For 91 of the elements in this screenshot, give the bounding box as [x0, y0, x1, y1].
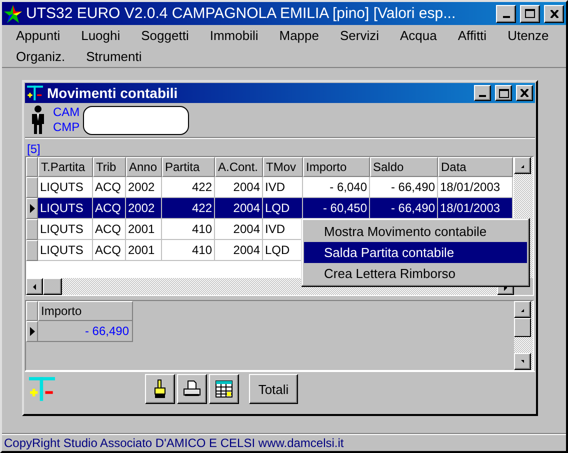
- column-header[interactable]: A.Cont.: [215, 157, 263, 177]
- arrow-up-icon: [521, 164, 524, 168]
- scroll-thumb[interactable]: [43, 278, 62, 295]
- table-cell: - 60,450: [303, 198, 370, 219]
- table-cell: 2004: [215, 219, 263, 240]
- toolbar-button[interactable]: [209, 374, 239, 404]
- menu-item[interactable]: Immobili: [204, 28, 264, 43]
- maximize-icon: [525, 9, 535, 18]
- column-header[interactable]: Saldo: [370, 157, 438, 177]
- row-header[interactable]: [26, 321, 38, 342]
- toolbar-button[interactable]: [145, 374, 175, 404]
- column-header[interactable]: Importo: [303, 157, 370, 177]
- menu-item[interactable]: Mostra Movimento contabile: [304, 221, 527, 242]
- menu-item[interactable]: Salda Partita contabile: [304, 242, 527, 263]
- arrow-down-icon: [521, 360, 524, 364]
- menu-item[interactable]: Crea Lettera Rimborso: [304, 263, 527, 284]
- scroll-up-button[interactable]: [514, 157, 531, 174]
- table-cell: ACQ: [93, 219, 126, 240]
- menu-item[interactable]: Luoghi: [75, 28, 126, 43]
- table-cell: 410: [162, 240, 215, 261]
- app-logo-icon: [27, 85, 43, 101]
- close-icon: [520, 89, 529, 97]
- menu-item[interactable]: Utenze: [502, 28, 555, 43]
- person-icon: [31, 105, 45, 135]
- column-header[interactable]: Anno: [126, 157, 162, 177]
- table-cell: - 66,490: [38, 321, 133, 342]
- status-text: CopyRight Studio Associato D'AMICO E CELSI www.damcelsi.it: [4, 436, 344, 450]
- column-header[interactable]: Importo: [38, 301, 133, 321]
- subject-text: CMP: [53, 120, 80, 135]
- table-cell: LIQUTS: [38, 219, 93, 240]
- close-icon: [550, 10, 558, 18]
- logo-icon: [29, 376, 55, 402]
- table-cell: LIQUTS: [38, 198, 93, 219]
- table-row[interactable]: LIQUTS ACQ 2002 422 2004 LQD - 60,450 - 66,490 18/01/2003: [26, 198, 514, 219]
- column-header[interactable]: Trib: [93, 157, 126, 177]
- scroll-left-button[interactable]: [26, 278, 43, 295]
- menu-item[interactable]: Organiz.: [10, 49, 72, 64]
- record-count: [5]: [27, 142, 40, 156]
- column-header[interactable]: TMov: [263, 157, 303, 177]
- arrow-up-icon: [521, 308, 524, 312]
- corner-header: [26, 301, 38, 321]
- table-row[interactable]: - 66,490: [26, 321, 514, 342]
- table-icon: [215, 380, 233, 398]
- table-cell: 2002: [126, 198, 162, 219]
- window-title: Movimenti contabili: [47, 85, 179, 101]
- table-cell: 2004: [215, 198, 263, 219]
- table-cell: ACQ: [93, 198, 126, 219]
- scroll-down-button[interactable]: [514, 353, 531, 370]
- menu-item[interactable]: Soggetti: [135, 28, 195, 43]
- close-button[interactable]: [516, 85, 533, 101]
- subject-text: CAM: [53, 105, 80, 120]
- menu-item[interactable]: Strumenti: [80, 49, 148, 64]
- table-cell: - 66,490: [370, 198, 438, 219]
- scroll-thumb[interactable]: [514, 318, 531, 337]
- window-title: UTS32 EURO V2.0.4 CAMPAGNOLA EMILIA [pino] [Valori esp...: [26, 5, 457, 22]
- pointing-hand-icon: [152, 379, 168, 399]
- row-pointer-icon: [30, 327, 34, 336]
- scroll-up-button[interactable]: [514, 301, 531, 318]
- corner-header: [26, 157, 38, 177]
- maximize-button[interactable]: [520, 4, 540, 22]
- toolbar-button[interactable]: [177, 374, 207, 404]
- maximize-button[interactable]: [495, 85, 512, 101]
- arrow-left-icon: [33, 282, 36, 290]
- column-header[interactable]: Partita: [162, 157, 215, 177]
- minimize-button[interactable]: [474, 85, 491, 101]
- menu-item[interactable]: Affitti: [452, 28, 493, 43]
- table-cell: LIQUTS: [38, 240, 93, 261]
- table-cell: 422: [162, 198, 215, 219]
- minimize-icon: [502, 16, 510, 18]
- menu-item[interactable]: Mappe: [273, 28, 325, 43]
- maximize-icon: [498, 88, 508, 98]
- column-header[interactable]: T.Partita: [38, 157, 93, 177]
- printer-icon: [182, 380, 202, 398]
- table-cell: 410: [162, 219, 215, 240]
- menu-item[interactable]: Appunti: [10, 28, 66, 43]
- minimize-icon: [479, 95, 486, 97]
- table-cell: 18/01/2003: [438, 198, 513, 219]
- totals-button[interactable]: Totali: [249, 374, 298, 404]
- row-header[interactable]: [26, 198, 38, 219]
- close-button[interactable]: [544, 4, 564, 22]
- menu-item[interactable]: Acqua: [394, 28, 443, 43]
- table-cell: ACQ: [93, 240, 126, 261]
- minimize-button[interactable]: [496, 4, 516, 22]
- table-cell: LQD: [263, 198, 303, 219]
- row-pointer-icon: [30, 204, 34, 213]
- table-cell: 2004: [215, 240, 263, 261]
- star-icon: [4, 4, 22, 22]
- menu-item[interactable]: Servizi: [334, 28, 386, 43]
- table-cell: 2001: [126, 219, 162, 240]
- table-cell: 2001: [126, 240, 162, 261]
- column-header[interactable]: Data: [438, 157, 513, 177]
